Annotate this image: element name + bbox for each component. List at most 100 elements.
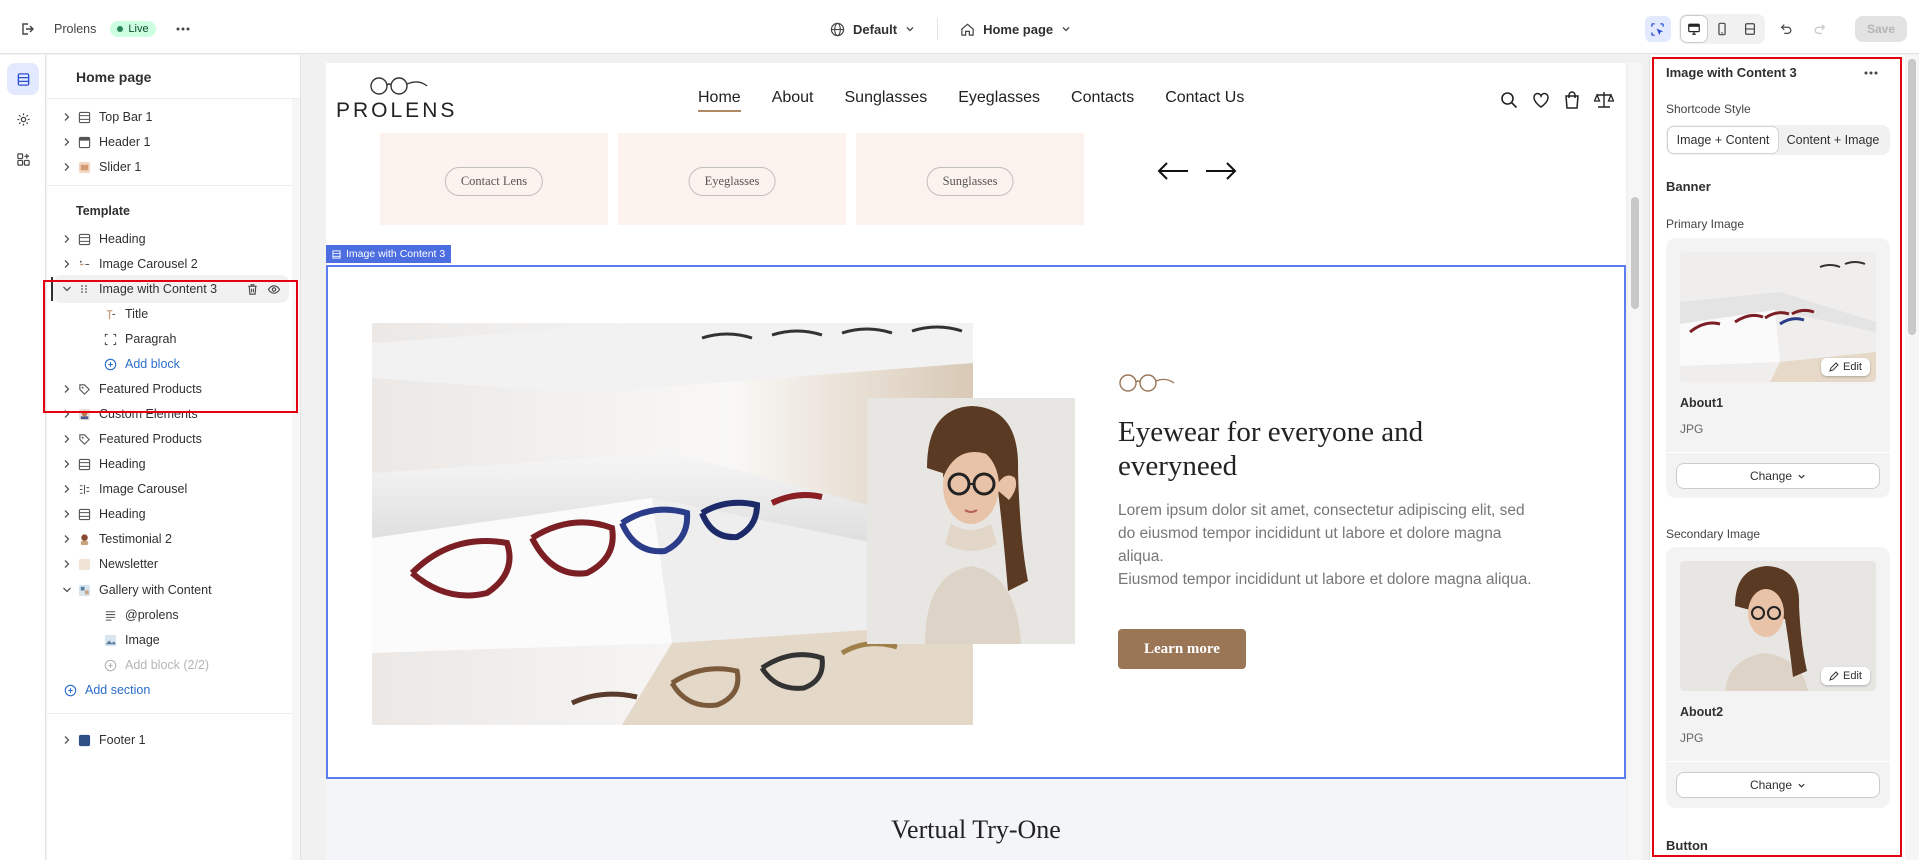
chevron-right-icon[interactable] [61, 459, 73, 469]
preview-scrollbar[interactable] [1628, 63, 1642, 860]
tree-block-image[interactable]: Image [47, 626, 293, 654]
nav-about[interactable]: About [772, 89, 814, 112]
edit-image-button[interactable]: Edit [1821, 667, 1870, 685]
settings-panel: Image with Content 3 Shortcode Style Ima… [1649, 55, 1919, 860]
pencil-icon [1829, 362, 1839, 372]
search-icon[interactable] [1500, 91, 1518, 109]
drag-handle-icon[interactable] [77, 282, 91, 296]
tree-item-image-with-content-3[interactable]: Image with Content 3 [51, 275, 289, 303]
chevron-down-icon[interactable] [61, 285, 73, 293]
tree-item-image-carousel[interactable]: Image Carousel [47, 475, 293, 503]
tree-item-featured-products[interactable]: Featured Products [47, 375, 293, 403]
hero-paragraph: Lorem ipsum dolor sit amet, consectetur … [1118, 499, 1538, 591]
desktop-view-icon[interactable] [1680, 16, 1707, 42]
chevron-right-icon[interactable] [61, 434, 73, 444]
undo-icon[interactable] [1773, 16, 1799, 42]
sections-icon[interactable] [7, 63, 39, 95]
scrollbar-thumb[interactable] [1908, 59, 1916, 335]
page-selector[interactable]: Home page [948, 22, 1083, 37]
tree-item-featured-products[interactable]: Featured Products [47, 425, 293, 453]
chevron-right-icon[interactable] [61, 509, 73, 519]
tree-item-label: Header 1 [99, 135, 151, 149]
nav-contacts[interactable]: Contacts [1071, 89, 1134, 112]
chevron-right-icon[interactable] [61, 534, 73, 544]
chevron-right-icon[interactable] [61, 162, 73, 172]
chevron-right-icon[interactable] [61, 137, 73, 147]
chevron-right-icon[interactable] [61, 112, 73, 122]
exit-icon[interactable] [14, 16, 40, 42]
chevron-right-icon[interactable] [61, 559, 73, 569]
tree-item-testimonial-2[interactable]: Testimonial 2 [47, 525, 293, 553]
nav-eyeglasses[interactable]: Eyeglasses [958, 89, 1040, 112]
learn-more-button[interactable]: Learn more [1118, 629, 1246, 669]
nav-home[interactable]: Home [698, 89, 741, 112]
site-logo[interactable]: PROLENS [336, 73, 457, 123]
testimonial-icon [77, 532, 91, 546]
logo-wordmark: PROLENS [336, 99, 458, 122]
chevron-right-icon[interactable] [61, 484, 73, 494]
selected-section-tag[interactable]: Image with Content 3 [326, 245, 452, 263]
arrow-left-icon[interactable] [1156, 160, 1190, 182]
add-block-button[interactable]: Add block [47, 350, 293, 378]
chevron-right-icon[interactable] [61, 409, 73, 419]
category-pill[interactable]: Sunglasses [926, 167, 1014, 196]
tree-item-newsletter[interactable]: Newsletter [47, 550, 293, 578]
change-image-button[interactable]: Change [1676, 463, 1880, 489]
tree-block-paragraph[interactable]: Paragrah [47, 325, 293, 353]
redo-icon[interactable] [1807, 16, 1833, 42]
panel-scrollbar[interactable] [1905, 55, 1919, 860]
tree-item-image-carousel-2[interactable]: Image Carousel 2 [47, 250, 293, 278]
tree-scrollbar[interactable] [292, 99, 300, 860]
tree-item-custom-elements[interactable]: Custom Elements [47, 400, 293, 428]
edit-image-button[interactable]: Edit [1821, 358, 1870, 376]
eye-icon[interactable] [267, 283, 281, 296]
category-card[interactable]: Eyeglasses [618, 133, 846, 225]
chevron-right-icon[interactable] [61, 234, 73, 244]
category-pill[interactable]: Eyeglasses [688, 167, 776, 196]
secondary-image-thumbnail[interactable]: Edit [1680, 561, 1876, 691]
theme-selector[interactable]: Default [818, 22, 927, 37]
category-pill[interactable]: Contact Lens [444, 167, 544, 196]
more-actions-icon[interactable] [1863, 65, 1879, 81]
trash-icon[interactable] [246, 283, 259, 296]
compare-scale-icon[interactable] [1594, 91, 1614, 109]
chevron-right-icon[interactable] [61, 259, 73, 269]
fullscreen-view-icon[interactable] [1737, 16, 1763, 42]
gallery-icon [77, 583, 91, 597]
tree-item-heading[interactable]: Heading [47, 450, 293, 478]
nav-contact-us[interactable]: Contact Us [1165, 89, 1244, 112]
theme-settings-icon[interactable] [7, 103, 39, 135]
secondary-image[interactable] [867, 398, 1075, 644]
tree-block-prolens[interactable]: @prolens [47, 601, 293, 629]
tree-item-heading[interactable]: Heading [47, 225, 293, 253]
primary-image-thumbnail[interactable]: Edit [1680, 252, 1876, 382]
option-image-content[interactable]: Image + Content [1668, 127, 1778, 153]
chevron-right-icon[interactable] [61, 384, 73, 394]
chevron-down-icon[interactable] [61, 586, 73, 594]
category-card[interactable]: Contact Lens [380, 133, 608, 225]
apps-icon[interactable] [7, 143, 39, 175]
tree-block-title[interactable]: Title [47, 300, 293, 328]
tree-item-header[interactable]: Header 1 [47, 128, 293, 156]
nav-sunglasses[interactable]: Sunglasses [845, 89, 928, 112]
chevron-down-icon [906, 27, 914, 32]
shopping-bag-icon[interactable] [1564, 91, 1580, 109]
tree-item-heading[interactable]: Heading [47, 500, 293, 528]
add-section-button[interactable]: Add section [47, 676, 293, 704]
scrollbar-thumb[interactable] [1631, 197, 1639, 309]
inspector-select-icon[interactable] [1644, 16, 1671, 42]
mobile-view-icon[interactable] [1709, 16, 1735, 42]
tree-item-gallery-with-content[interactable]: Gallery with Content [47, 576, 293, 604]
tree-item-slider[interactable]: Slider 1 [47, 153, 293, 181]
tree-item-top-bar[interactable]: Top Bar 1 [47, 103, 293, 131]
option-content-image[interactable]: Content + Image [1778, 127, 1888, 153]
heart-icon[interactable] [1532, 91, 1550, 109]
tree-item-footer[interactable]: Footer 1 [47, 726, 293, 754]
more-actions-icon[interactable] [170, 16, 196, 42]
chevron-right-icon[interactable] [61, 735, 73, 745]
change-image-button[interactable]: Change [1676, 772, 1880, 798]
category-card[interactable]: Sunglasses [856, 133, 1084, 225]
save-button[interactable]: Save [1854, 16, 1907, 42]
arrow-right-icon[interactable] [1204, 160, 1238, 182]
site-nav: Home About Sunglasses Eyeglasses Contact… [698, 89, 1244, 112]
